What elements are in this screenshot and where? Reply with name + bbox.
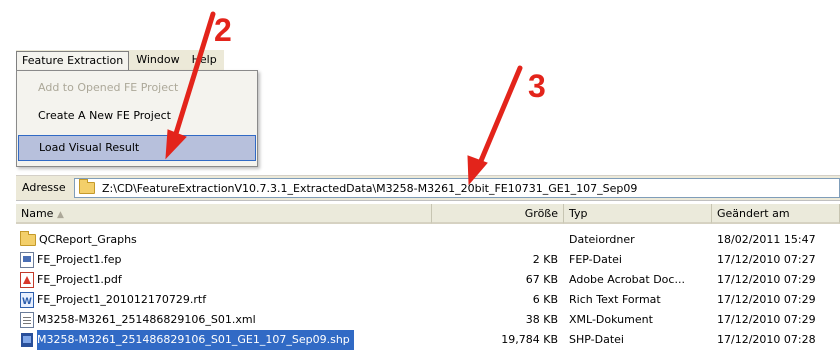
annotation-arrows [165,11,523,186]
arrow-2-head [165,129,187,160]
annotation-step-3: 3 [528,68,546,104]
annotation-step-2: 2 [214,12,232,48]
arrow-2-line [171,11,216,143]
arrow-3-line [475,65,523,171]
arrow-3-head [467,155,488,186]
